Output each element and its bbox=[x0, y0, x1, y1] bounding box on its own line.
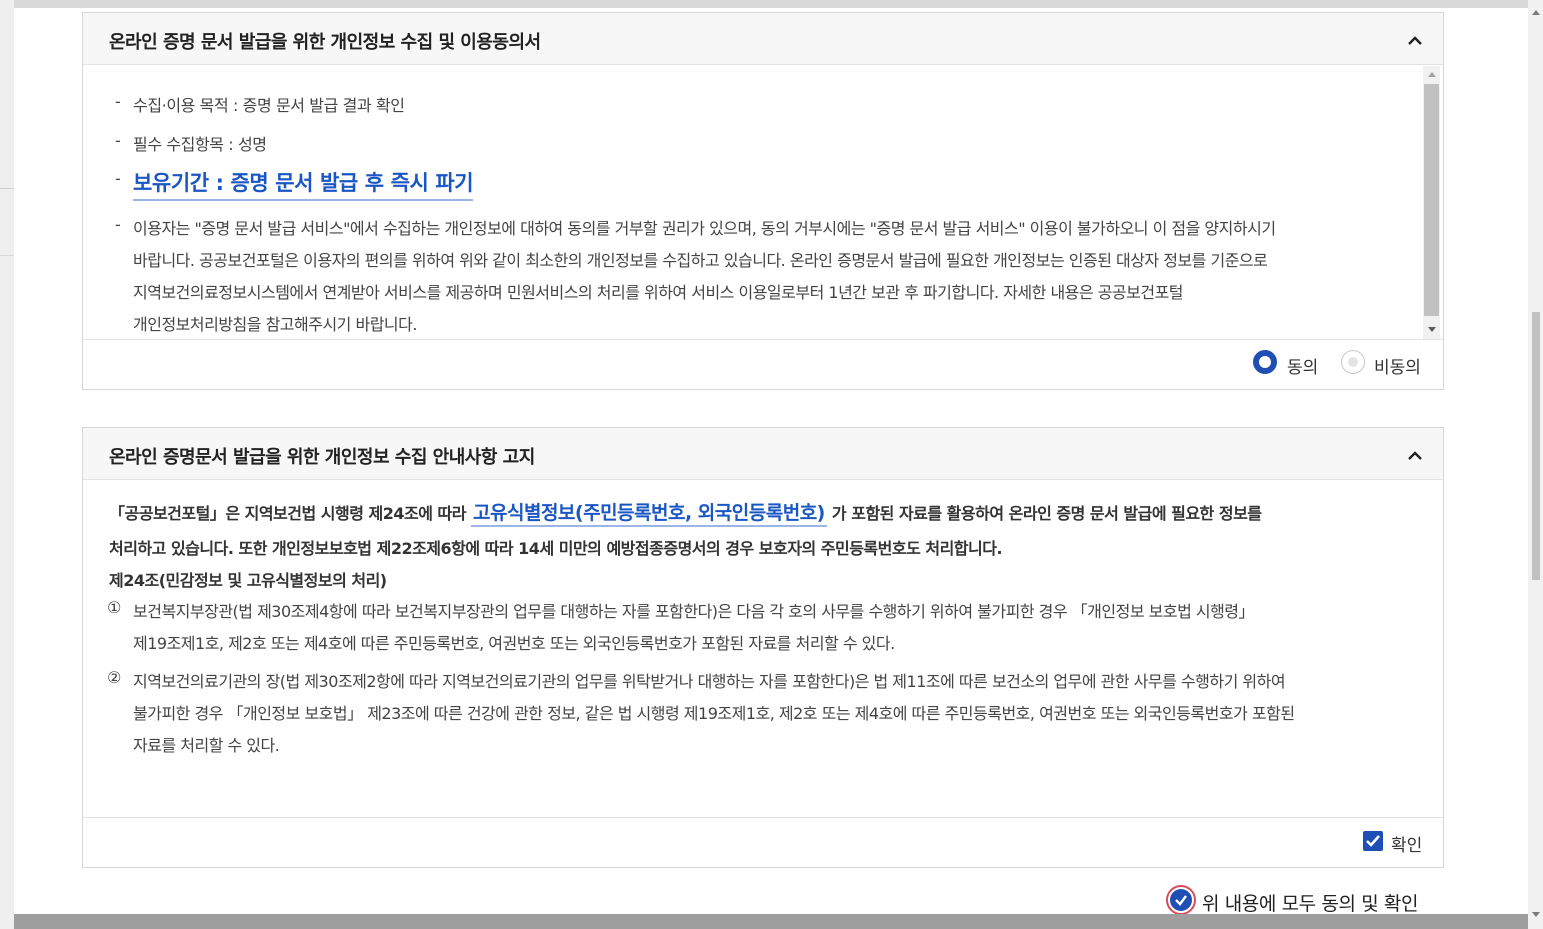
panel-footer: 확인 bbox=[83, 817, 1443, 867]
paragraph-line: 개인정보처리방침을 참고해주시기 바랍니다. bbox=[133, 315, 417, 334]
check-circle-icon[interactable] bbox=[1166, 885, 1196, 914]
unique-id-highlight: 고유식별정보(주민등록번호, 외국인등록번호) bbox=[471, 502, 827, 527]
agree-all-checkbox[interactable]: 위 내용에 모두 동의 및 확인 bbox=[1166, 885, 1436, 914]
item-number: ② bbox=[107, 668, 121, 687]
notice-line: 처리하고 있습니다. 또한 개인정보보호법 제22조제6항에 따라 14세 미만… bbox=[109, 539, 1003, 558]
panel-title: 온라인 증명 문서 발급을 위한 개인정보 수집 및 이용동의서 bbox=[109, 32, 541, 53]
consent-scroll-area[interactable]: - 수집·이용 목적 : 증명 문서 발급 결과 확인 - 필수 수집항목 : 성명… bbox=[83, 66, 1443, 340]
panel-title: 온라인 증명문서 발급을 위한 개인정보 수집 안내사항 고지 bbox=[109, 447, 535, 468]
background-page-edge bbox=[0, 0, 14, 929]
consent-modal: 온라인 증명 문서 발급을 위한 개인정보 수집 및 이용동의서 - 수집·이용 … bbox=[14, 8, 1528, 914]
panel-footer: 동의 비동의 bbox=[83, 339, 1443, 389]
checkbox-checked-icon[interactable] bbox=[1363, 831, 1383, 851]
confirm-checkbox[interactable]: 확인 bbox=[1363, 830, 1427, 856]
radio-unselected-icon[interactable] bbox=[1341, 350, 1365, 374]
notice-line: 「공공보건포털」은 지역보건법 시행령 제24조에 따라 고유식별정보(주민등록… bbox=[109, 498, 1262, 527]
item-line: 자료를 처리할 수 있다. bbox=[133, 736, 280, 755]
scroll-down-arrow-icon[interactable] bbox=[1428, 327, 1436, 332]
scroll-up-arrow-icon[interactable] bbox=[1428, 72, 1436, 77]
background-page bbox=[0, 0, 1543, 8]
item-line: 보건복지부장관(법 제30조제4항에 따라 보건복지부장관의 업무를 대행하는 … bbox=[133, 602, 1255, 621]
scrollbar-thumb[interactable] bbox=[1424, 84, 1439, 316]
item-line: 불가피한 경우 「개인정보 보호법」 제23조에 따른 건강에 관한 정보, 같… bbox=[133, 704, 1295, 723]
paragraph-line: 이용자는 "증명 문서 발급 서비스"에서 수집하는 개인정보에 대하여 동의를… bbox=[133, 219, 1276, 238]
item-line: 지역보건의료기관의 장(법 제30조제2항에 따라 지역보건의료기관의 업무를 … bbox=[133, 672, 1286, 691]
paragraph-line: 바랍니다. 공공보건포털은 이용자의 편의를 위하여 위와 같이 최소한의 개인… bbox=[133, 251, 1268, 270]
scroll-down-arrow-icon[interactable] bbox=[1532, 912, 1540, 917]
radio-selected-icon[interactable] bbox=[1253, 350, 1277, 374]
item-line: 제19조제1호, 제2호 또는 제4호에 따른 주민등록번호, 여권번호 또는 … bbox=[133, 634, 895, 653]
panel-header[interactable]: 온라인 증명문서 발급을 위한 개인정보 수집 안내사항 고지 bbox=[83, 428, 1443, 480]
chevron-up-icon[interactable] bbox=[1407, 448, 1423, 464]
paragraph-line: 지역보건의료정보시스템에서 연계받아 서비스를 제공하며 민원서비스의 처리를 … bbox=[133, 283, 1184, 302]
article-title: 제24조(민감정보 및 고유식별정보의 처리) bbox=[109, 571, 387, 590]
privacy-consent-panel: 온라인 증명 문서 발급을 위한 개인정보 수집 및 이용동의서 - 수집·이용 … bbox=[82, 12, 1444, 390]
page-scrollbar[interactable] bbox=[1528, 0, 1543, 929]
consent-radio-group: 동의 비동의 bbox=[1253, 350, 1423, 378]
scrollbar-thumb[interactable] bbox=[1532, 312, 1540, 580]
chevron-up-icon[interactable] bbox=[1407, 33, 1423, 49]
scroll-up-arrow-icon[interactable] bbox=[1532, 10, 1540, 15]
item-number: ① bbox=[107, 598, 121, 617]
inner-scrollbar[interactable] bbox=[1423, 66, 1440, 340]
panel-header[interactable]: 온라인 증명 문서 발급을 위한 개인정보 수집 및 이용동의서 bbox=[83, 13, 1443, 65]
notice-panel: 온라인 증명문서 발급을 위한 개인정보 수집 안내사항 고지 「공공보건포털」… bbox=[82, 427, 1444, 868]
